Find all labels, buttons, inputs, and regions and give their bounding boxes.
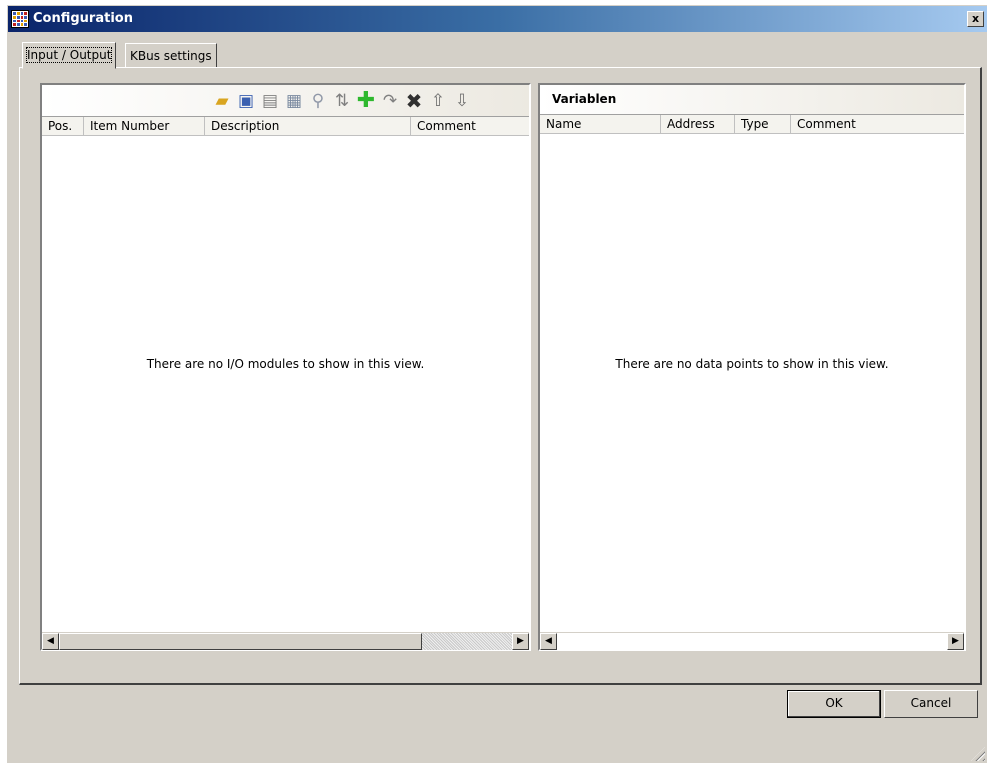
variables-title: Variablen: [540, 85, 964, 115]
resize-grip-icon[interactable]: [971, 747, 985, 761]
variables-panel: Variablen Name Address Type Comment Ther…: [538, 83, 966, 651]
save-icon[interactable]: ▣: [236, 91, 256, 111]
redo-icon[interactable]: ↷: [380, 91, 400, 111]
open-folder-icon[interactable]: ▰: [212, 91, 232, 111]
properties-icon[interactable]: ▦: [284, 91, 304, 111]
input-output-page: ▰ ▣ ▤ ▦ ⚲ ⇅ ✚ ↷ ✖ ⇧ ⇩ Pos. Item Number D…: [19, 67, 982, 685]
arrow-down-icon[interactable]: ⇩: [452, 91, 472, 111]
scroll-left-button[interactable]: ◀: [540, 633, 557, 650]
scroll-track[interactable]: [422, 633, 512, 650]
scroll-left-button[interactable]: ◀: [42, 633, 59, 650]
cancel-button[interactable]: Cancel: [884, 690, 978, 718]
tab-kbus-settings[interactable]: KBus settings: [125, 43, 217, 68]
title-bar[interactable]: Configuration x: [8, 6, 987, 32]
scroll-track[interactable]: [557, 633, 947, 650]
variables-horizontal-scrollbar[interactable]: ◀ ▶: [540, 632, 964, 650]
swap-icon[interactable]: ⇅: [332, 91, 352, 111]
add-icon[interactable]: ✚: [356, 90, 376, 112]
window-title: Configuration: [33, 11, 133, 26]
document-icon[interactable]: ▤: [260, 91, 280, 111]
col-description[interactable]: Description: [205, 117, 411, 136]
tab-label: KBus settings: [130, 49, 212, 63]
close-button[interactable]: x: [967, 11, 984, 27]
variables-empty-message: There are no data points to show in this…: [615, 357, 889, 371]
arrow-up-icon[interactable]: ⇧: [428, 91, 448, 111]
io-toolbar: ▰ ▣ ▤ ▦ ⚲ ⇅ ✚ ↷ ✖ ⇧ ⇩: [42, 85, 529, 117]
close-icon: x: [971, 12, 980, 25]
scroll-right-button[interactable]: ▶: [512, 633, 529, 650]
delete-icon[interactable]: ✖: [404, 91, 424, 111]
io-column-header: Pos. Item Number Description Comment: [42, 117, 529, 136]
variables-column-header: Name Address Type Comment: [540, 115, 964, 134]
tab-label: Input / Output: [25, 47, 113, 63]
col-address[interactable]: Address: [661, 115, 735, 134]
scroll-right-button[interactable]: ▶: [947, 633, 964, 650]
scroll-thumb[interactable]: [59, 633, 422, 650]
configuration-dialog: Configuration x Input / Output KBus sett…: [7, 5, 987, 763]
io-modules-panel: ▰ ▣ ▤ ▦ ⚲ ⇅ ✚ ↷ ✖ ⇧ ⇩ Pos. Item Number D…: [40, 83, 531, 651]
col-comment[interactable]: Comment: [791, 115, 964, 134]
col-pos[interactable]: Pos.: [42, 117, 84, 136]
ok-button[interactable]: OK: [787, 690, 881, 718]
io-empty-message: There are no I/O modules to show in this…: [146, 357, 425, 371]
col-name[interactable]: Name: [540, 115, 661, 134]
col-type[interactable]: Type: [735, 115, 791, 134]
app-icon: [11, 10, 29, 28]
col-item-number[interactable]: Item Number: [84, 117, 205, 136]
search-icon[interactable]: ⚲: [308, 91, 328, 111]
tab-input-output[interactable]: Input / Output: [22, 42, 117, 69]
col-comment[interactable]: Comment: [411, 117, 529, 136]
io-horizontal-scrollbar[interactable]: ◀ ▶: [42, 632, 529, 650]
